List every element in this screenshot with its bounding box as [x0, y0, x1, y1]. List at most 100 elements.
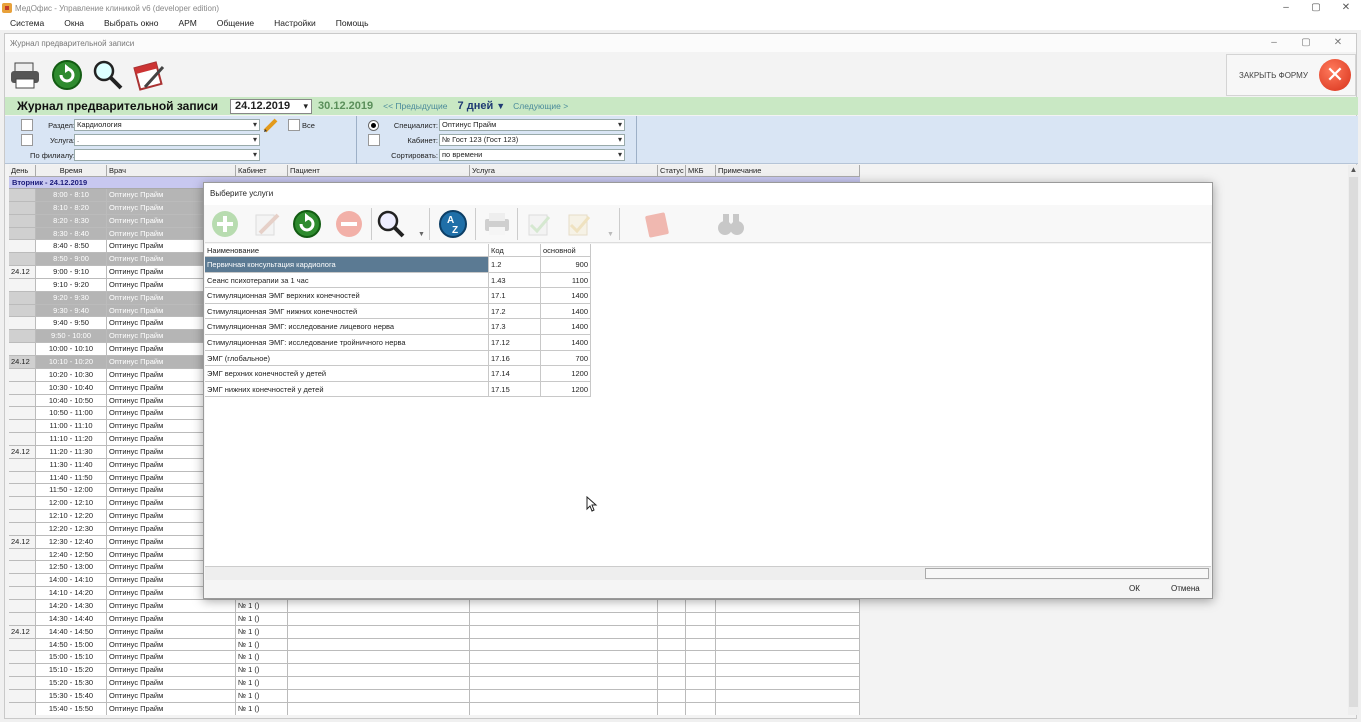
cell-time[interactable]: 8:30 - 8:40 [36, 227, 107, 240]
cell-day[interactable] [9, 227, 36, 240]
cell-note[interactable] [716, 638, 860, 651]
service-row[interactable]: ЭМГ нижних конечностей у детей 17.15 1200 [205, 381, 1211, 398]
col-patient[interactable]: Пациент [288, 165, 470, 176]
service-row[interactable]: ЭМГ верхних конечностей у детей 17.14 1200 [205, 366, 1211, 382]
branch-select[interactable] [74, 149, 260, 161]
cell-note[interactable] [716, 664, 860, 677]
service-price-cell[interactable]: 1400 [541, 334, 591, 351]
cell-cabinet[interactable]: № 1 () [236, 600, 288, 612]
cell-mkb[interactable] [686, 702, 716, 715]
cell-day[interactable] [9, 201, 36, 214]
cell-service[interactable] [470, 625, 658, 638]
cell-service[interactable] [470, 677, 658, 689]
cell-mkb[interactable] [686, 664, 716, 677]
binoculars-button[interactable] [715, 209, 747, 239]
cell-day[interactable] [9, 240, 36, 253]
cell-day[interactable] [9, 548, 36, 561]
service-row[interactable]: Первичная консультация кардиолога 1.2 900 [205, 257, 1211, 273]
cell-time[interactable]: 11:50 - 12:00 [36, 484, 107, 497]
cell-day[interactable]: 24.12 [9, 266, 36, 278]
cell-day[interactable] [9, 587, 36, 599]
print-button[interactable] [9, 59, 43, 91]
scroll-up-icon[interactable]: ▲ [1348, 165, 1359, 174]
cell-day[interactable] [9, 189, 36, 201]
menu-windows[interactable]: Окна [54, 16, 94, 30]
cell-day[interactable] [9, 522, 36, 535]
cell-patient[interactable] [288, 702, 470, 715]
cell-doctor[interactable]: Оптинус Прайм [107, 702, 236, 715]
cell-service[interactable] [470, 638, 658, 651]
cell-cabinet[interactable]: № 1 () [236, 651, 288, 664]
cell-note[interactable] [716, 689, 860, 702]
specialist-radio[interactable] [368, 120, 379, 131]
schedule-row[interactable]: 14:50 - 15:00 Оптинус Прайм № 1 () [9, 638, 860, 652]
cell-time[interactable]: 12:30 - 12:40 [36, 535, 107, 548]
cell-doctor[interactable]: Оптинус Прайм [107, 600, 236, 612]
cell-time[interactable]: 8:40 - 8:50 [36, 240, 107, 253]
minimize-icon[interactable]: – [1271, 0, 1301, 16]
section-select[interactable]: Кардиология [74, 119, 260, 131]
cell-status[interactable] [658, 651, 686, 664]
sort-az-button[interactable]: A Z [437, 209, 469, 239]
cell-day[interactable] [9, 278, 36, 291]
col-code[interactable]: Код [489, 244, 541, 257]
cell-patient[interactable] [288, 689, 470, 702]
cell-day[interactable] [9, 574, 36, 587]
cell-time[interactable]: 14:00 - 14:10 [36, 574, 107, 587]
menu-arm[interactable]: АРМ [168, 16, 206, 30]
cell-note[interactable] [716, 612, 860, 625]
service-select[interactable]: . [74, 134, 260, 146]
menu-select-window[interactable]: Выбрать окно [94, 16, 168, 30]
child-maximize-icon[interactable]: ▢ [1290, 34, 1322, 52]
cell-cabinet[interactable]: № 1 () [236, 612, 288, 625]
cell-time[interactable]: 14:20 - 14:30 [36, 600, 107, 612]
cell-time[interactable]: 14:30 - 14:40 [36, 612, 107, 625]
cell-day[interactable] [9, 433, 36, 445]
cell-service[interactable] [470, 689, 658, 702]
service-price-cell[interactable]: 1100 [541, 272, 591, 289]
col-mkb[interactable]: МКБ [686, 165, 716, 176]
col-cabinet[interactable]: Кабинет [236, 165, 288, 176]
cell-note[interactable] [716, 625, 860, 638]
sort-select[interactable]: по времени [439, 149, 625, 161]
service-name-cell[interactable]: Стимуляционная ЭМГ: исследование тройнич… [205, 334, 489, 351]
cell-status[interactable] [658, 612, 686, 625]
service-price-cell[interactable]: 1200 [541, 381, 591, 398]
schedule-row[interactable]: 15:10 - 15:20 Оптинус Прайм № 1 () [9, 664, 860, 678]
cancel-button[interactable]: Отмена [1171, 584, 1200, 593]
cell-day[interactable] [9, 689, 36, 702]
cell-day[interactable] [9, 420, 36, 433]
cell-doctor[interactable]: Оптинус Прайм [107, 625, 236, 638]
pencil-icon[interactable] [263, 118, 279, 133]
cell-time[interactable]: 10:40 - 10:50 [36, 394, 107, 407]
cell-time[interactable]: 14:50 - 15:00 [36, 638, 107, 651]
cell-day[interactable] [9, 253, 36, 266]
schedule-row[interactable]: 15:20 - 15:30 Оптинус Прайм № 1 () [9, 677, 860, 690]
mark-button[interactable] [523, 209, 555, 239]
service-price-cell[interactable]: 1400 [541, 319, 591, 335]
cell-time[interactable]: 12:10 - 12:20 [36, 510, 107, 522]
maximize-icon[interactable]: ▢ [1301, 0, 1331, 16]
service-price-cell[interactable]: 1400 [541, 288, 591, 304]
cell-status[interactable] [658, 625, 686, 638]
cell-note[interactable] [716, 677, 860, 689]
service-name-cell[interactable]: Первичная консультация кардиолога [205, 257, 489, 273]
cell-day[interactable] [9, 702, 36, 715]
service-row[interactable]: Стимуляционная ЭМГ: исследование лицевог… [205, 319, 1211, 335]
vertical-scrollbar[interactable]: ▲ [1348, 165, 1359, 715]
cell-status[interactable] [658, 677, 686, 689]
cell-time[interactable]: 9:10 - 9:20 [36, 278, 107, 291]
cell-status[interactable] [658, 689, 686, 702]
specialist-select[interactable]: Оптинус Прайм [439, 119, 625, 131]
service-code-cell[interactable]: 17.14 [489, 366, 541, 382]
cell-day[interactable] [9, 677, 36, 689]
calendar-edit-button[interactable] [133, 59, 167, 91]
cell-time[interactable]: 11:20 - 11:30 [36, 445, 107, 458]
section-checkbox[interactable] [21, 119, 33, 131]
cell-time[interactable]: 10:50 - 11:00 [36, 407, 107, 420]
cell-service[interactable] [470, 651, 658, 664]
mark-dropdown-icon[interactable]: ▼ [607, 231, 614, 238]
cell-time[interactable]: 12:20 - 12:30 [36, 522, 107, 535]
service-price-cell[interactable]: 1200 [541, 366, 591, 382]
menu-communication[interactable]: Общение [207, 16, 264, 30]
